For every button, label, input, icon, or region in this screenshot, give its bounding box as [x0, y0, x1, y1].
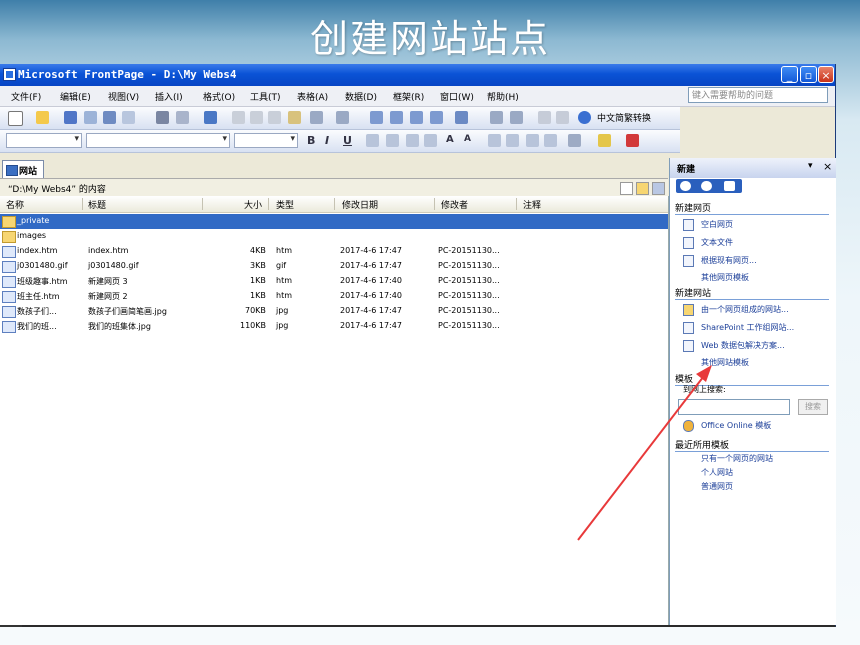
- annotation-arrow: [577, 365, 712, 541]
- annotation-arrow-shaft: [577, 371, 708, 541]
- slide-bottom-rule: [22, 625, 835, 627]
- annotation-arrow-head: [696, 365, 712, 382]
